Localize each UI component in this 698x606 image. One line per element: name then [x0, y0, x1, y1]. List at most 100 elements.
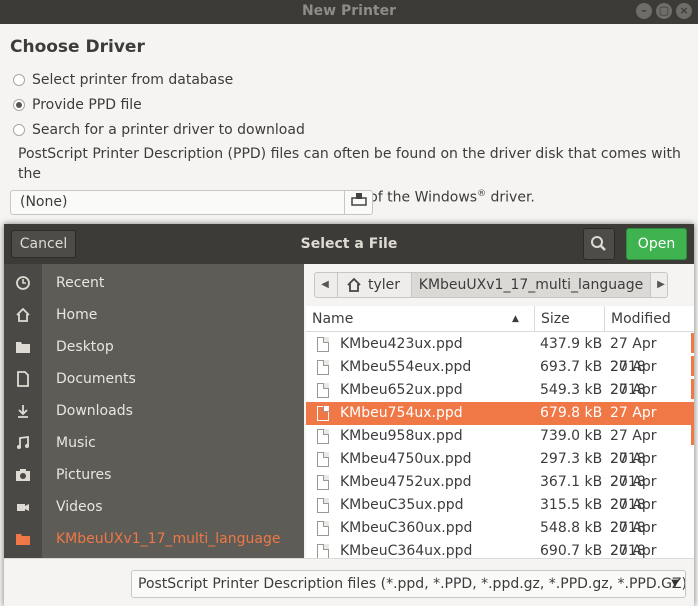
- sidebar-item-label: Downloads: [56, 403, 133, 419]
- file-icon: [317, 498, 329, 513]
- file-size: 367.1 kB: [540, 474, 603, 490]
- table-row[interactable]: KMbeu4752ux.ppd 367.1 kB 27 Apr 2018: [306, 471, 694, 513]
- sidebar-item-label: Videos: [56, 499, 103, 515]
- sidebar-item-pictures[interactable]: Pictures: [4, 459, 304, 491]
- file-name: KMbeu4752ux.ppd: [340, 474, 472, 490]
- sidebar-item-music[interactable]: Music: [4, 427, 304, 459]
- column-header-modified[interactable]: Modified: [604, 306, 694, 332]
- scroll-overshoot-indicator: [691, 333, 694, 353]
- radio-button[interactable]: [13, 74, 25, 86]
- table-row[interactable]: KMbeuC364ux.ppd 690.7 kB 27 Apr 2018: [306, 540, 694, 558]
- scroll-overshoot-indicator: [691, 425, 694, 445]
- music-icon: [4, 435, 42, 451]
- file-list: Name ▲ Size Modified KMbeu423ux.ppd 437.…: [306, 306, 694, 558]
- sidebar-item-documents[interactable]: Documents: [4, 363, 304, 395]
- file-name: KMbeu423ux.ppd: [340, 336, 463, 352]
- sidebar-item-label: KMbeuUXv1_17_multi_language: [56, 531, 281, 547]
- file-list-header: Name ▲ Size Modified: [306, 306, 694, 332]
- window-title: New Printer: [301, 3, 397, 19]
- radio-select-from-database[interactable]: Select printer from database: [13, 72, 233, 88]
- radio-label: Provide PPD file: [32, 97, 142, 113]
- sort-up-icon: ▲: [512, 314, 519, 324]
- window-controls: – ▢ ×: [636, 3, 692, 19]
- home-icon: [4, 307, 42, 323]
- path-button-current[interactable]: KMbeuUXv1_17_multi_language: [411, 273, 651, 297]
- table-row-selected[interactable]: KMbeu754ux.ppd 679.8 kB 27 Apr 2018: [306, 402, 694, 444]
- ppd-file-chooser-button[interactable]: (None): [10, 190, 373, 215]
- table-row[interactable]: KMbeu958ux.ppd 739.0 kB 27 Apr 2018: [306, 425, 694, 467]
- file-chooser-value: (None): [20, 194, 68, 210]
- table-row[interactable]: KMbeu4750ux.ppd 297.3 kB 27 Apr 2018: [306, 448, 694, 490]
- clock-icon: [4, 275, 42, 291]
- sidebar-item-desktop[interactable]: Desktop: [4, 331, 304, 363]
- file-icon: [317, 521, 329, 536]
- path-home-label: tyler: [368, 277, 401, 293]
- file-name: KMbeu652ux.ppd: [340, 382, 463, 398]
- file-size: 548.8 kB: [540, 520, 603, 536]
- table-row[interactable]: KMbeuC360ux.ppd 548.8 kB 27 Apr 2018: [306, 517, 694, 558]
- scroll-overshoot-indicator: [691, 379, 694, 399]
- file-size: 679.8 kB: [540, 405, 603, 421]
- file-name: KMbeuC360ux.ppd: [340, 520, 473, 536]
- file-icon: [317, 360, 329, 375]
- table-row[interactable]: KMbeuC35ux.ppd 315.5 kB 27 Apr 2018: [306, 494, 694, 536]
- file-icon: [317, 383, 329, 398]
- file-type-filter-select[interactable]: PostScript Printer Description files (*.…: [131, 570, 686, 598]
- maximize-icon[interactable]: ▢: [656, 3, 672, 19]
- file-name: KMbeu958ux.ppd: [340, 428, 463, 444]
- sidebar-item-label: Documents: [56, 371, 136, 387]
- description-text: driver.: [486, 189, 535, 206]
- file-name: KMbeu4750ux.ppd: [340, 451, 472, 467]
- camera-icon: [4, 467, 42, 483]
- file-modified: 27 Apr 2018: [610, 543, 657, 558]
- sidebar-item-label: Desktop: [56, 339, 114, 355]
- radio-provide-ppd-file[interactable]: Provide PPD file: [13, 97, 142, 113]
- file-size: 690.7 kB: [540, 543, 603, 558]
- folder-icon: [4, 531, 42, 547]
- path-back-arrow-icon[interactable]: ◀: [315, 273, 335, 297]
- table-row[interactable]: KMbeu652ux.ppd 549.3 kB 27 Apr 2018: [306, 379, 694, 421]
- file-size: 693.7 kB: [540, 359, 603, 375]
- breadcrumb: ◀ tyler KMbeuUXv1_17_multi_language ▶: [314, 272, 668, 298]
- column-header-name[interactable]: Name ▲: [306, 306, 534, 332]
- path-button-home[interactable]: tyler: [337, 273, 411, 297]
- file-icon: [317, 406, 329, 421]
- sidebar-item-home[interactable]: Home: [4, 299, 304, 331]
- file-icon: [317, 475, 329, 490]
- minimize-icon[interactable]: –: [636, 3, 652, 19]
- places-sidebar: Recent Home Desktop Documents Downloads …: [4, 264, 304, 558]
- file-name: KMbeuC364ux.ppd: [340, 543, 473, 558]
- path-forward-arrow-icon[interactable]: ▶: [651, 273, 667, 297]
- sidebar-item-kmbeu-folder[interactable]: KMbeuUXv1_17_multi_language: [4, 523, 304, 555]
- download-icon: [4, 403, 42, 419]
- description-line: PostScript Printer Description (PPD) fil…: [18, 146, 681, 182]
- file-name: KMbeu754ux.ppd: [340, 405, 463, 421]
- document-icon: [4, 371, 42, 387]
- close-icon[interactable]: ×: [676, 3, 692, 19]
- table-row[interactable]: KMbeu554eux.ppd 693.7 kB 27 Apr 2018: [306, 356, 694, 398]
- cancel-button[interactable]: Cancel: [11, 230, 76, 258]
- sidebar-item-videos[interactable]: Videos: [4, 491, 304, 523]
- sidebar-item-label: Recent: [56, 275, 105, 291]
- sidebar-item-recent[interactable]: Recent: [4, 267, 304, 299]
- file-size: 315.5 kB: [540, 497, 603, 513]
- file-icon: [317, 429, 329, 444]
- radio-button[interactable]: [13, 124, 25, 136]
- radio-search-driver-download[interactable]: Search for a printer driver to download: [13, 122, 305, 138]
- sidebar-item-downloads[interactable]: Downloads: [4, 395, 304, 427]
- dialog-footer: PostScript Printer Description files (*.…: [4, 558, 694, 606]
- window-titlebar: New Printer – ▢ ×: [0, 0, 698, 24]
- file-icon: [317, 452, 329, 467]
- search-button[interactable]: [583, 228, 615, 260]
- file-icon: [317, 337, 329, 352]
- filter-value: PostScript Printer Description files (*.…: [138, 576, 686, 592]
- dialog-headerbar: Cancel Select a File Open: [4, 224, 694, 264]
- open-button[interactable]: Open: [626, 228, 687, 260]
- radio-label: Search for a printer driver to download: [32, 122, 305, 138]
- radio-button[interactable]: [13, 99, 25, 111]
- file-size: 739.0 kB: [540, 428, 603, 444]
- table-row[interactable]: KMbeu423ux.ppd 437.9 kB 27 Apr 2018: [306, 333, 694, 375]
- column-header-size[interactable]: Size: [534, 306, 604, 332]
- file-chooser-dialog: Cancel Select a File Open Recent Home De…: [4, 224, 694, 606]
- home-icon: [347, 277, 361, 292]
